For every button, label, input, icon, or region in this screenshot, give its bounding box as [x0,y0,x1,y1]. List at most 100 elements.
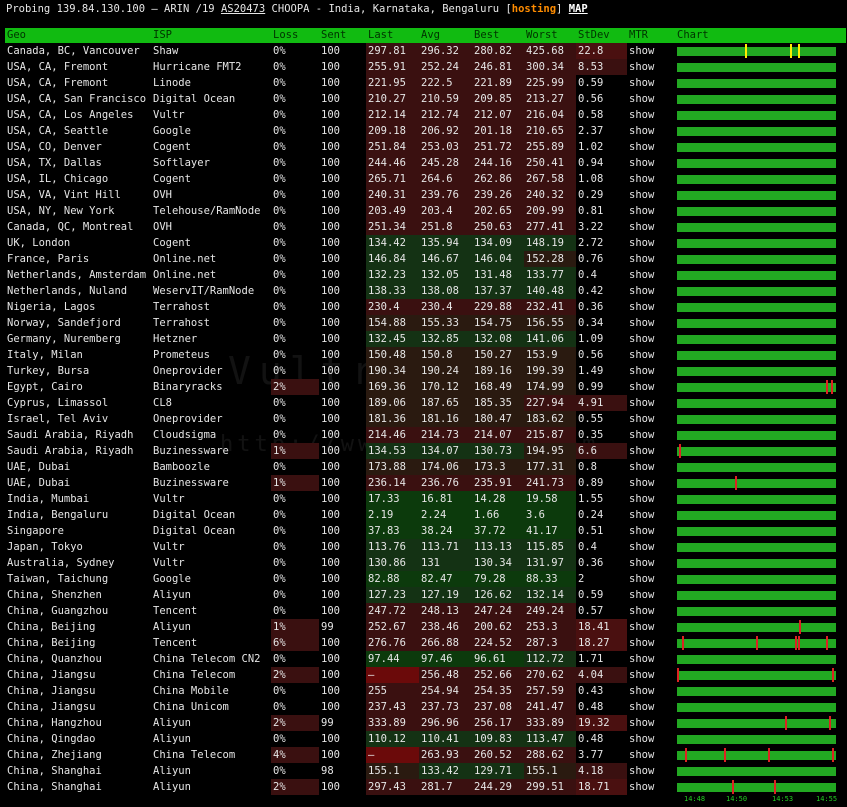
cell-mtr[interactable]: show [627,59,675,75]
cell-worst: 153.9 [524,347,576,363]
col-best[interactable]: Best [472,28,524,43]
cell-mtr[interactable]: show [627,699,675,715]
cell-mtr[interactable]: show [627,379,675,395]
col-geo[interactable]: Geo [5,28,151,43]
map-link[interactable]: MAP [569,3,588,15]
cell-mtr[interactable]: show [627,443,675,459]
col-avg[interactable]: Avg [419,28,472,43]
cell-avg: 190.24 [419,363,472,379]
chart-spike [685,747,687,762]
table-row: Canada, QC, Montreal OVH 0% 100 251.34 251.8 2… [5,219,846,235]
cell-mtr[interactable]: show [627,283,675,299]
asn-link[interactable]: AS20473 [221,3,265,15]
cell-chart [675,299,846,315]
cell-mtr[interactable]: show [627,555,675,571]
cell-mtr[interactable]: show [627,747,675,763]
col-worst[interactable]: Worst [524,28,576,43]
cell-worst: 288.62 [524,747,576,763]
cell-mtr[interactable]: show [627,363,675,379]
col-sent[interactable]: Sent [319,28,366,43]
latency-chart-bar [677,238,836,248]
col-stdev[interactable]: StDev [576,28,627,43]
cell-mtr[interactable]: show [627,715,675,731]
cell-loss: 0% [273,109,286,121]
cell-mtr[interactable]: show [627,171,675,187]
cell-avg: 251.8 [419,219,472,235]
cell-stdev: 0.29 [578,189,604,201]
cell-mtr[interactable]: show [627,315,675,331]
cell-loss: 0% [273,253,286,265]
cell-mtr[interactable]: show [627,235,675,251]
cell-sent: 100 [321,365,340,377]
cell-geo: France, Paris [7,253,90,265]
cell-mtr[interactable]: show [627,139,675,155]
cell-mtr[interactable]: show [627,43,675,59]
cell-geo: UAE, Dubai [7,461,71,473]
latency-chart-bar [677,542,836,552]
cell-mtr[interactable]: show [627,539,675,555]
cell-mtr[interactable]: show [627,683,675,699]
cell-last: 155.1 [366,763,419,779]
cell-stdev: 2.72 [578,237,604,249]
cell-mtr[interactable]: show [627,155,675,171]
chart-spike [735,475,737,490]
cell-mtr[interactable]: show [627,203,675,219]
cell-mtr[interactable]: show [627,75,675,91]
cell-mtr[interactable]: show [627,251,675,267]
col-loss[interactable]: Loss [271,28,319,43]
cell-mtr[interactable]: show [627,635,675,651]
cell-mtr[interactable]: show [627,267,675,283]
cell-mtr[interactable]: show [627,459,675,475]
table-row: China, Guangzhou Tencent 0% 100 247.72 248.13… [5,603,846,619]
cell-last: 244.46 [366,155,419,171]
cell-avg: 38.24 [419,523,472,539]
chart-spike [829,715,831,730]
cell-chart [675,75,846,91]
cell-mtr[interactable]: show [627,651,675,667]
table-row: Japan, Tokyo Vultr 0% 100 113.76 113.71 113.13… [5,539,846,555]
cell-mtr[interactable]: show [627,619,675,635]
cell-sent: 100 [321,125,340,137]
cell-worst: 156.55 [524,315,576,331]
cell-worst: 232.41 [524,299,576,315]
cell-mtr[interactable]: show [627,427,675,443]
cell-mtr[interactable]: show [627,491,675,507]
latency-chart-bar [677,430,836,440]
cell-mtr[interactable]: show [627,475,675,491]
cell-mtr[interactable]: show [627,507,675,523]
table-row: France, Paris Online.net 0% 100 146.84 146.67… [5,251,846,267]
cell-geo: USA, CA, Los Angeles [7,109,134,121]
cell-isp: Telehouse/RamNode [153,205,261,217]
cell-last: 132.45 [366,331,419,347]
table-row: USA, NY, New York Telehouse/RamNode 0% 100 2… [5,203,846,219]
cell-worst: 225.99 [524,75,576,91]
cell-last: 297.43 [366,779,419,795]
cell-mtr[interactable]: show [627,731,675,747]
cell-mtr[interactable]: show [627,331,675,347]
cell-stdev: 4.18 [576,763,627,779]
cell-sent: 100 [321,653,340,665]
cell-mtr[interactable]: show [627,779,675,795]
cell-mtr[interactable]: show [627,187,675,203]
latency-chart-bar [677,635,836,650]
cell-mtr[interactable]: show [627,571,675,587]
cell-mtr[interactable]: show [627,587,675,603]
cell-loss: 0% [273,221,286,233]
cell-stdev: 0.59 [578,589,604,601]
cell-geo: Singapore [7,525,64,537]
cell-mtr[interactable]: show [627,299,675,315]
cell-mtr[interactable]: show [627,219,675,235]
cell-mtr[interactable]: show [627,91,675,107]
cell-mtr[interactable]: show [627,763,675,779]
col-isp[interactable]: ISP [151,28,271,43]
cell-mtr[interactable]: show [627,667,675,683]
col-mtr[interactable]: MTR [627,28,675,43]
cell-mtr[interactable]: show [627,411,675,427]
cell-mtr[interactable]: show [627,523,675,539]
cell-mtr[interactable]: show [627,123,675,139]
col-last[interactable]: Last [366,28,419,43]
cell-mtr[interactable]: show [627,107,675,123]
cell-mtr[interactable]: show [627,603,675,619]
cell-mtr[interactable]: show [627,395,675,411]
cell-mtr[interactable]: show [627,347,675,363]
